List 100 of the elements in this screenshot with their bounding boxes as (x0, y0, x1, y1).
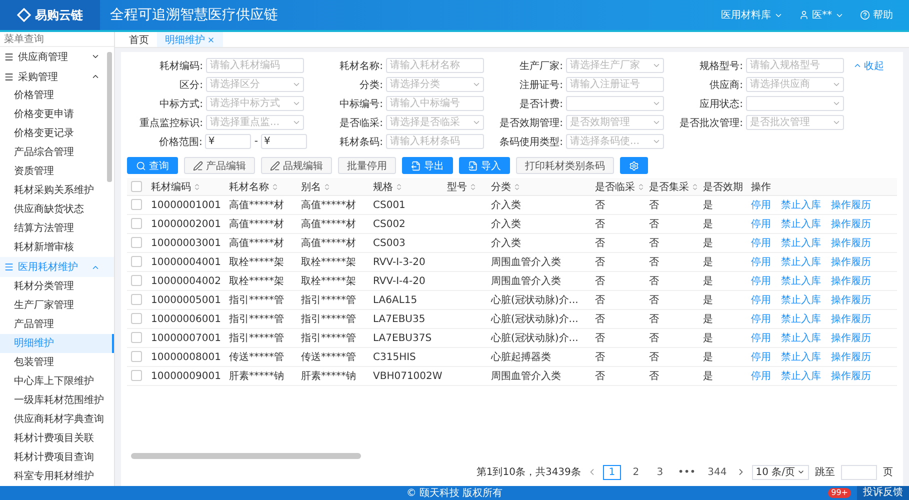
toolbar-button[interactable]: 导出 (402, 157, 453, 174)
checkbox[interactable] (131, 180, 142, 192)
menu-item[interactable]: 价格变更申请 (0, 105, 114, 124)
settings-button[interactable] (620, 157, 648, 174)
select-field[interactable]: 请选择中标方式 (206, 96, 304, 111)
action-link[interactable]: 禁止入库 (781, 333, 821, 344)
select-field[interactable]: 请选择供应商 (746, 77, 844, 92)
page-link[interactable]: ••• (674, 464, 699, 480)
input-field[interactable] (205, 134, 252, 149)
action-link[interactable]: 停用 (751, 219, 771, 230)
page-jump-field[interactable] (841, 464, 877, 480)
action-link[interactable]: 操作履历 (831, 276, 871, 287)
action-link[interactable]: 停用 (751, 314, 771, 325)
action-link[interactable]: 停用 (751, 257, 771, 268)
input-field[interactable]: 请输入规格型号 (746, 58, 844, 73)
toolbar-button[interactable]: 品规编辑 (261, 157, 332, 174)
input-field[interactable]: 请输入中标编号 (386, 96, 484, 111)
checkbox[interactable] (131, 370, 142, 382)
select-field[interactable] (566, 96, 664, 111)
action-link[interactable]: 操作履历 (831, 314, 871, 325)
action-link[interactable]: 操作履历 (831, 295, 871, 306)
action-link[interactable]: 停用 (751, 371, 771, 382)
action-link[interactable]: 操作履历 (831, 371, 871, 382)
checkbox[interactable] (131, 313, 142, 324)
input-field[interactable] (261, 134, 307, 149)
menu-item[interactable]: 科室专用耗材维护 (0, 467, 114, 486)
action-link[interactable]: 禁止入库 (781, 371, 821, 382)
menu-item[interactable]: 耗材计费项目关联 (0, 429, 114, 448)
action-link[interactable]: 操作履历 (831, 333, 871, 344)
menu-item[interactable]: 中心库上下限维护 (0, 372, 114, 392)
action-link[interactable]: 禁止入库 (781, 314, 821, 325)
sort-icon[interactable] (469, 182, 477, 190)
sort-icon[interactable] (323, 182, 331, 190)
menu-item[interactable]: 耗材计费项目查询 (0, 448, 114, 468)
checkbox[interactable] (131, 332, 142, 344)
feedback-button[interactable]: 投诉反馈 (857, 486, 909, 500)
action-link[interactable]: 停用 (751, 200, 771, 211)
action-link[interactable]: 停用 (751, 238, 771, 249)
toolbar-button[interactable]: 批量停用 (338, 157, 396, 174)
select-field[interactable]: 是否效期管理 (566, 115, 664, 130)
action-link[interactable]: 禁止入库 (781, 352, 821, 363)
action-link[interactable]: 禁止入库 (781, 200, 821, 211)
scrollbar[interactable] (131, 453, 361, 459)
toolbar-button[interactable]: 查询 (127, 157, 178, 174)
input-field[interactable]: 请输入耗材编码 (206, 58, 304, 73)
menu-item[interactable]: 价格变更记录 (0, 124, 114, 144)
org-dropdown[interactable]: 医用材料库 (721, 8, 783, 22)
select-field[interactable]: 请选择是否临采 (386, 115, 484, 130)
action-link[interactable]: 操作履历 (831, 200, 871, 211)
action-link[interactable]: 禁止入库 (781, 295, 821, 306)
select-field[interactable]: 请选择生产厂家 (566, 58, 664, 73)
page-tab[interactable]: 首页 (121, 32, 157, 47)
sort-icon[interactable] (637, 182, 645, 190)
checkbox[interactable] (131, 275, 142, 286)
page-link[interactable]: 1 (602, 464, 621, 480)
action-link[interactable]: 禁止入库 (781, 276, 821, 287)
page-size-select[interactable]: 10 条/页 (752, 464, 809, 480)
sort-icon[interactable] (395, 182, 403, 190)
menu-group[interactable]: 医用耗材维护 (0, 257, 114, 278)
menu-item[interactable]: 结算方法管理 (0, 219, 114, 238)
menu-item[interactable]: 供应商耗材字典查询 (0, 410, 114, 430)
page-link[interactable]: 3 (650, 464, 669, 480)
action-link[interactable]: 操作履历 (831, 352, 871, 363)
select-field[interactable] (746, 96, 844, 111)
toolbar-button[interactable]: 打印耗材类别条码 (516, 157, 614, 174)
action-link[interactable]: 停用 (751, 295, 771, 306)
action-link[interactable]: 禁止入库 (781, 257, 821, 268)
menu-item[interactable]: 包装管理 (0, 353, 114, 372)
action-link[interactable]: 禁止入库 (781, 238, 821, 249)
collapse-link[interactable]: 收起 (853, 58, 884, 72)
page-link[interactable]: 2 (626, 464, 645, 480)
page-link[interactable]: 344 (704, 464, 730, 480)
checkbox[interactable] (131, 199, 142, 210)
menu-group[interactable]: 采购管理 (0, 66, 114, 86)
scrollbar[interactable] (107, 52, 112, 182)
menu-item[interactable]: 产品综合管理 (0, 143, 114, 162)
checkbox[interactable] (131, 218, 142, 230)
menu-item[interactable]: 耗材采购关系维护 (0, 181, 114, 200)
close-icon[interactable] (207, 36, 215, 44)
toolbar-button[interactable]: 导入 (459, 157, 510, 174)
menu-item[interactable]: 耗材新增审核 (0, 238, 114, 258)
action-link[interactable]: 操作履历 (831, 257, 871, 268)
menu-item[interactable]: 明细维护 (0, 334, 114, 354)
user-menu[interactable]: 医** (799, 8, 844, 22)
menu-group[interactable]: 供应商管理 (0, 47, 114, 67)
sort-icon[interactable] (513, 182, 521, 190)
sort-icon[interactable] (271, 182, 279, 190)
menu-item[interactable]: 资质管理 (0, 162, 114, 182)
action-link[interactable]: 操作履历 (831, 219, 871, 230)
menu-item[interactable]: 生产厂家管理 (0, 296, 114, 316)
sort-icon[interactable] (691, 182, 699, 190)
menu-search-field[interactable]: 菜单查询 (0, 32, 114, 47)
toolbar-button[interactable]: 产品编辑 (184, 157, 255, 174)
page-tab[interactable]: 明细维护 (157, 32, 223, 47)
action-link[interactable]: 禁止入库 (781, 219, 821, 230)
action-link[interactable]: 停用 (751, 276, 771, 287)
action-link[interactable]: 停用 (751, 333, 771, 344)
select-field[interactable]: 请选择区分 (206, 77, 304, 92)
help-link[interactable]: 帮助 (860, 8, 893, 22)
checkbox[interactable] (131, 237, 142, 248)
